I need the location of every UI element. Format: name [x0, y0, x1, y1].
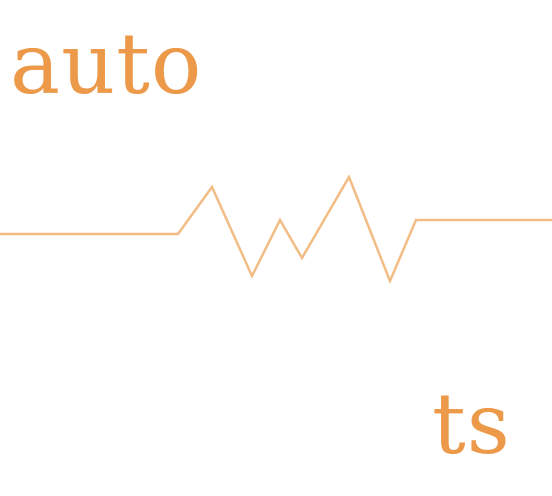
zigzag-path [0, 174, 552, 285]
word-ts: ts [432, 375, 511, 473]
word-auto: auto [10, 15, 203, 113]
